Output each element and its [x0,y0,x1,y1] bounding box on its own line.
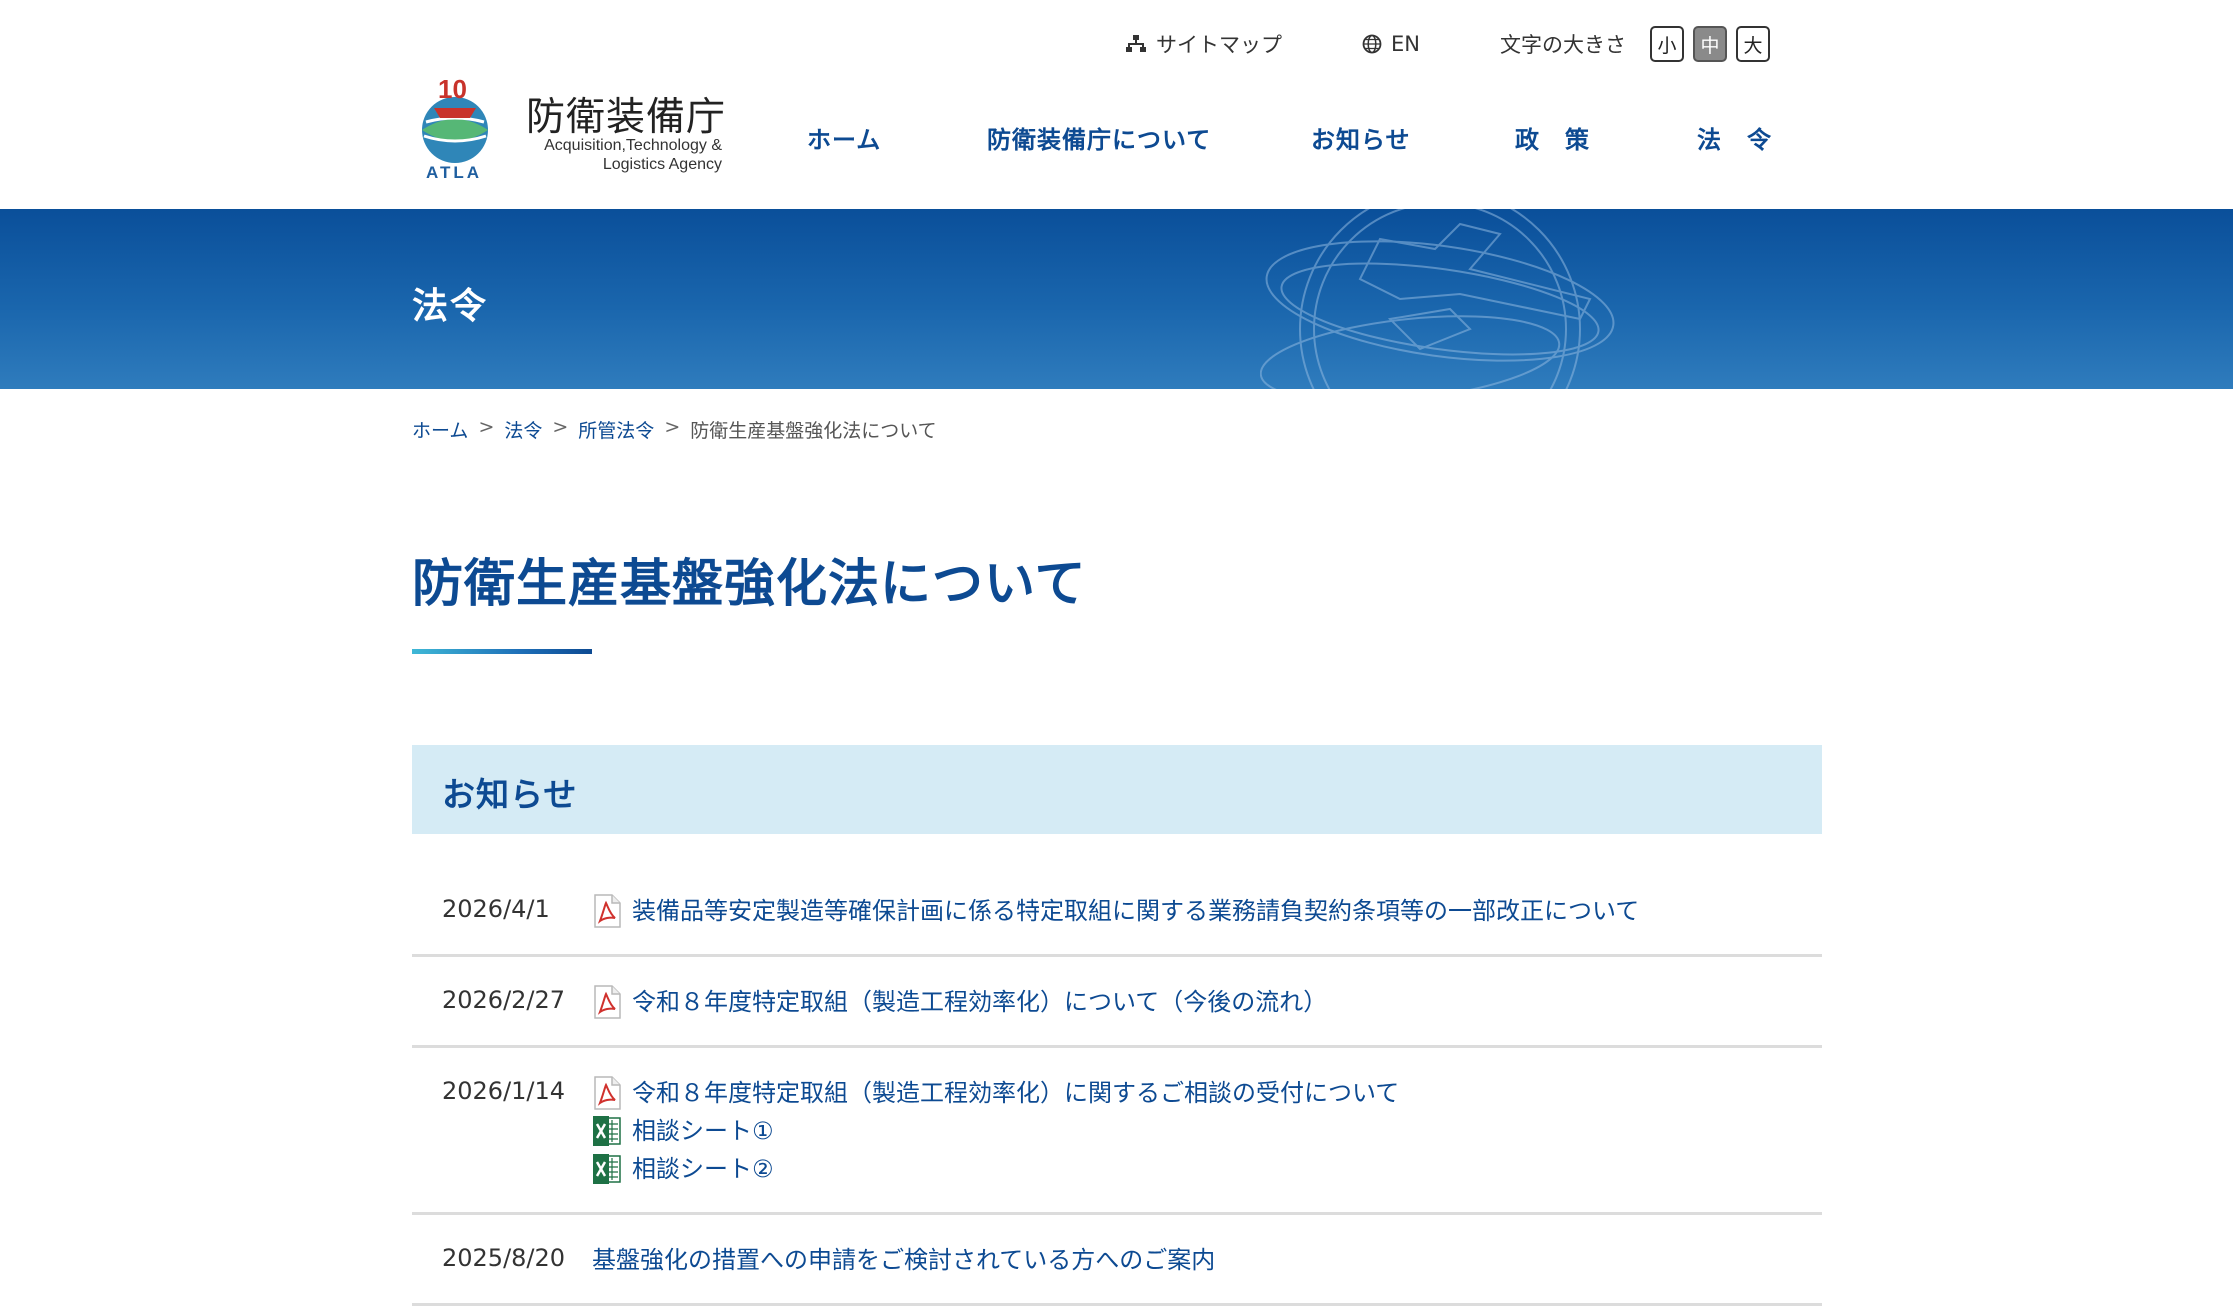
nav-news[interactable]: お知らせ [1311,120,1411,155]
consultation-sheet-text: 相談シート① [632,1117,774,1145]
notice-date: 2025/8/20 [442,1244,566,1272]
notice-link-text: 装備品等安定製造等確保計画に係る特定取組に関する業務請負契約条項等の一部改正につ… [632,897,1640,925]
font-size-small-button[interactable]: 小 [1650,26,1684,62]
notice-date: 2026/1/14 [442,1077,566,1105]
breadcrumb-jurisdiction-laws[interactable]: 所管法令 [578,416,654,443]
breadcrumb-current: 防衛生産基盤強化法について [690,420,937,442]
notice-links: 令和８年度特定取組（製造工程効率化）について（今後の流れ） [592,983,1822,1021]
notice-links: 基盤強化の措置への申請をご検討されている方へのご案内 [592,1241,1822,1279]
logo-anniversary-text: 10 [438,78,467,104]
notice-section-heading: お知らせ [412,745,1822,834]
notice-row: 2026/2/27 令和８年度特定取組（製造工程効率化）について（今後の流れ） [412,957,1822,1048]
consultation-sheet-link[interactable]: 相談シート① [592,1112,1822,1150]
banner-globe-illustration [1260,209,1615,389]
notice-link-text: 基盤強化の措置への申請をご検討されている方へのご案内 [592,1246,1216,1274]
font-size-label: 文字の大きさ [1500,33,1626,57]
breadcrumb-laws[interactable]: 法令 [504,416,542,443]
notice-heading-text: お知らせ [442,775,578,814]
excel-icon [593,1154,621,1184]
pdf-icon [594,985,621,1019]
english-label: EN [1391,32,1420,56]
breadcrumb-separator: > [664,416,681,438]
excel-icon [593,1116,621,1146]
font-size-large-button[interactable]: 大 [1736,26,1770,62]
logo-atla-text: ATLA [426,163,482,180]
notice-date: 2026/4/1 [442,895,550,923]
breadcrumb-home[interactable]: ホーム [412,416,468,443]
notice-link[interactable]: 令和８年度特定取組（製造工程効率化）について（今後の流れ） [592,983,1822,1021]
breadcrumb-separator: > [478,416,495,438]
notice-link-text: 令和８年度特定取組（製造工程効率化）について（今後の流れ） [632,988,1328,1016]
language-link-wrap: EN [1362,24,1420,64]
global-nav: ホーム 防衛装備庁について お知らせ 政 策 法 令 [0,120,2233,164]
notice-list: 2026/4/1 装備品等安定製造等確保計画に係る特定取組に関する業務請負契約条… [412,866,1822,1306]
sitemap-link-wrap: サイトマップ [1125,24,1282,64]
title-underline [412,649,592,654]
sitemap-icon [1126,35,1146,52]
notice-date: 2026/2/27 [442,986,566,1014]
globe-icon [1362,34,1382,54]
notice-row: 2026/1/14 令和８年度特定取組（製造工程効率化）に関するご相談の受付につ… [412,1048,1822,1215]
font-size-medium-button[interactable]: 中 [1693,26,1727,62]
nav-policy[interactable]: 政 策 [1515,120,1590,155]
notice-link[interactable]: 装備品等安定製造等確保計画に係る特定取組に関する業務請負契約条項等の一部改正につ… [592,892,1822,930]
breadcrumb: ホーム > 法令 > 所管法令 > 防衛生産基盤強化法について [412,416,937,443]
page-title: 防衛生産基盤強化法について [412,555,1087,614]
notice-link[interactable]: 基盤強化の措置への申請をご検討されている方へのご案内 [592,1241,1822,1279]
breadcrumb-separator: > [552,416,569,438]
notice-row: 2025/8/20 基盤強化の措置への申請をご検討されている方へのご案内 [412,1215,1822,1306]
consultation-sheet-text: 相談シート② [632,1155,774,1183]
notice-link[interactable]: 令和８年度特定取組（製造工程効率化）に関するご相談の受付について [592,1074,1822,1112]
notice-row: 2026/4/1 装備品等安定製造等確保計画に係る特定取組に関する業務請負契約条… [412,866,1822,957]
nav-about[interactable]: 防衛装備庁について [987,120,1211,155]
pdf-icon [594,894,621,928]
consultation-sheet-link[interactable]: 相談シート② [592,1150,1822,1188]
notice-links: 令和８年度特定取組（製造工程効率化）に関するご相談の受付について 相談シート① [592,1074,1822,1188]
english-link[interactable]: EN [1362,32,1420,56]
pdf-icon [594,1076,621,1110]
notice-link-text: 令和８年度特定取組（製造工程効率化）に関するご相談の受付について [632,1079,1400,1107]
site-header: 10 ATLA 防衛装備庁 Acquisition,Technology & L… [0,0,2233,209]
font-size-buttons: 小 中 大 [1650,26,1770,62]
category-banner: 法令 [0,209,2233,389]
sitemap-label: サイトマップ [1156,33,1282,57]
notice-links: 装備品等安定製造等確保計画に係る特定取組に関する業務請負契約条項等の一部改正につ… [592,892,1822,930]
nav-laws[interactable]: 法 令 [1697,120,1772,155]
font-size-switcher: 文字の大きさ 小 中 大 [1500,24,1770,64]
banner-title: 法令 [412,286,489,327]
nav-home[interactable]: ホーム [807,120,881,155]
sitemap-link[interactable]: サイトマップ [1125,29,1282,59]
